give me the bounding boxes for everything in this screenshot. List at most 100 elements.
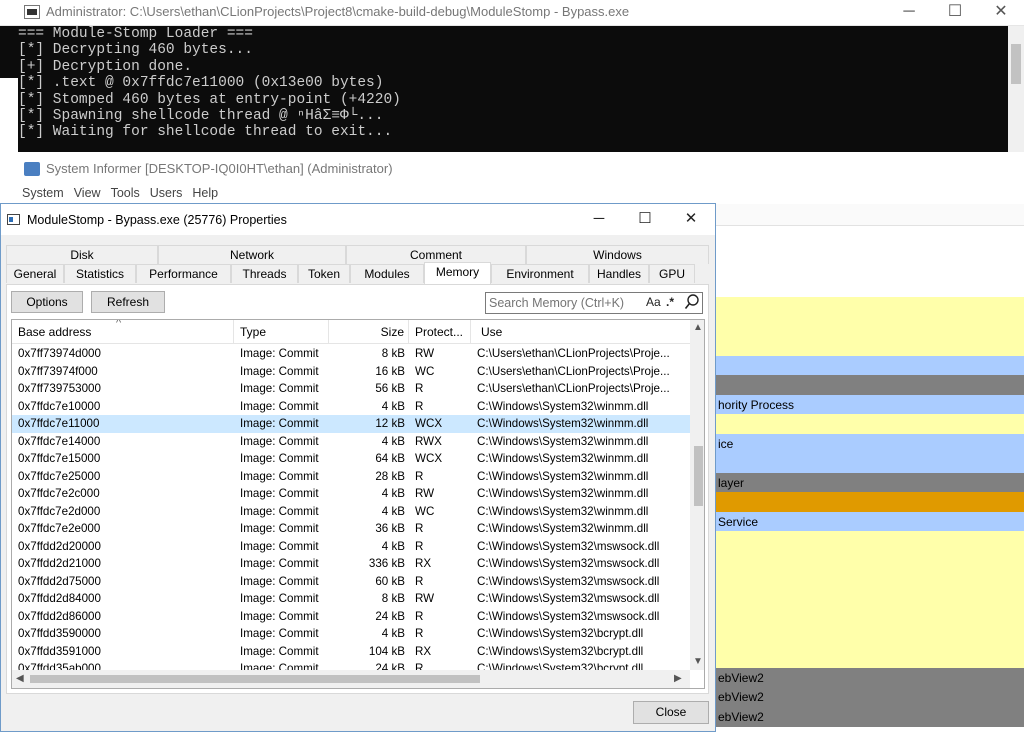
memory-tab-panel: Options Refresh Aa .* Base address ^ Typ… bbox=[6, 284, 709, 694]
tab-windows[interactable]: Windows bbox=[526, 245, 709, 264]
cell-use: C:\Windows\System32\winmm.dll bbox=[477, 399, 649, 413]
cell-type: Image: Commit bbox=[240, 347, 319, 360]
process-row[interactable] bbox=[716, 531, 1024, 551]
table-row[interactable]: 0x7ffdc7e11000 Image: Commit 12 kB WCX C:\Wi… bbox=[12, 415, 690, 433]
console-scrollbar[interactable] bbox=[1008, 26, 1024, 152]
scroll-left-icon[interactable]: ◀ bbox=[16, 673, 24, 684]
console-titlebar[interactable]: Administrator: C:\Users\ethan\CLionProje… bbox=[0, 0, 1024, 26]
dialog-close-icon-button[interactable]: ✕ bbox=[671, 208, 711, 232]
match-case-toggle[interactable]: Aa bbox=[646, 295, 661, 309]
cell-base: 0x7ffdc7e2d000 bbox=[18, 504, 101, 518]
tab-network[interactable]: Network bbox=[158, 245, 346, 264]
sort-ascending-icon: ^ bbox=[116, 320, 122, 329]
regex-toggle[interactable]: .* bbox=[666, 295, 674, 309]
tab-modules[interactable]: Modules bbox=[350, 264, 424, 283]
dialog-maximize-button[interactable]: ☐ bbox=[625, 208, 665, 232]
process-row[interactable] bbox=[716, 589, 1024, 610]
table-row[interactable]: 0x7ffdc7e2e000 Image: Commit 36 kB R C:\Wind… bbox=[12, 520, 690, 538]
dialog-titlebar[interactable]: ModuleStomp - Bypass.exe (25776) Propert… bbox=[1, 204, 715, 235]
process-row[interactable] bbox=[716, 316, 1024, 337]
menu-view[interactable]: View bbox=[74, 182, 101, 204]
scroll-right-icon[interactable]: ▶ bbox=[674, 673, 682, 684]
process-row[interactable]: ice bbox=[716, 433, 1024, 454]
table-row[interactable]: 0x7ffdd3591000 Image: Commit 104 kB RX C:\Wi… bbox=[12, 643, 690, 661]
column-use[interactable]: Use bbox=[471, 320, 690, 344]
console-close-button[interactable]: ✕ bbox=[978, 0, 1024, 26]
process-row[interactable] bbox=[716, 375, 1024, 395]
process-row[interactable] bbox=[716, 609, 1024, 629]
table-row[interactable]: 0x7ffdd2d21000 Image: Commit 336 kB RX C:\Wi… bbox=[12, 555, 690, 573]
table-row[interactable]: 0x7ffdd2d86000 Image: Commit 24 kB R C:\Wind… bbox=[12, 608, 690, 626]
table-row[interactable]: 0x7ffdd2d20000 Image: Commit 4 kB R C:\Windo… bbox=[12, 538, 690, 556]
tab-disk[interactable]: Disk bbox=[6, 245, 158, 264]
tab-statistics[interactable]: Statistics bbox=[64, 264, 136, 283]
table-row[interactable]: 0x7ffdc7e15000 Image: Commit 64 kB WCX C:\Wi… bbox=[12, 450, 690, 468]
close-button[interactable]: Close bbox=[633, 701, 709, 724]
search-memory-field[interactable]: Aa .* bbox=[485, 292, 703, 314]
table-row[interactable]: 0x7ffdd3590000 Image: Commit 4 kB R C:\Windo… bbox=[12, 625, 690, 643]
process-row[interactable]: hority Process bbox=[716, 394, 1024, 415]
grid-hscroll-thumb[interactable] bbox=[30, 675, 480, 683]
table-row[interactable]: 0x7ffdd2d75000 Image: Commit 60 kB R C:\Wind… bbox=[12, 573, 690, 591]
process-row[interactable]: ebView2 bbox=[716, 706, 1024, 727]
menu-tools[interactable]: Tools bbox=[111, 182, 140, 204]
console-minimize-button[interactable]: ─ bbox=[886, 0, 932, 26]
tab-handles[interactable]: Handles bbox=[589, 264, 649, 283]
process-row[interactable] bbox=[716, 297, 1024, 317]
process-row[interactable] bbox=[716, 628, 1024, 649]
table-row[interactable]: 0x7ffdc7e2c000 Image: Commit 4 kB RW C:\Wind… bbox=[12, 485, 690, 503]
process-row[interactable]: ebView2 bbox=[716, 687, 1024, 707]
scroll-up-icon[interactable]: ▲ bbox=[693, 322, 703, 333]
scroll-down-icon[interactable]: ▼ bbox=[693, 656, 703, 667]
process-row[interactable] bbox=[716, 570, 1024, 590]
table-row[interactable]: 0x7ffdc7e10000 Image: Commit 4 kB R C:\Windo… bbox=[12, 398, 690, 416]
refresh-button[interactable]: Refresh bbox=[91, 291, 165, 313]
table-row[interactable]: 0x7ffdc7e14000 Image: Commit 4 kB RWX C:\Win… bbox=[12, 433, 690, 451]
dialog-minimize-button[interactable]: ─ bbox=[579, 208, 619, 232]
tab-performance[interactable]: Performance bbox=[136, 264, 231, 283]
console-scroll-thumb[interactable] bbox=[1011, 44, 1021, 84]
tab-memory[interactable]: Memory bbox=[424, 262, 491, 284]
process-row[interactable]: ebView2 bbox=[716, 667, 1024, 688]
tab-gpu[interactable]: GPU bbox=[649, 264, 695, 283]
process-row[interactable] bbox=[716, 355, 1024, 376]
table-row[interactable]: 0x7ffdc7e25000 Image: Commit 28 kB R C:\Wind… bbox=[12, 468, 690, 486]
system-informer-titlebar[interactable]: System Informer [DESKTOP-IQ0I0HT\ethan] … bbox=[0, 152, 1024, 182]
process-row[interactable]: Service bbox=[716, 511, 1024, 532]
process-row[interactable] bbox=[716, 336, 1024, 356]
cell-use: C:\Windows\System32\winmm.dll bbox=[477, 504, 649, 518]
cell-type: Image: Commit bbox=[240, 504, 319, 518]
table-row[interactable]: 0x7ff739753000 Image: Commit 56 kB R C:\User… bbox=[12, 380, 690, 398]
tab-token[interactable]: Token bbox=[298, 264, 350, 283]
column-base-address[interactable]: Base address ^ bbox=[12, 320, 234, 344]
table-row[interactable]: 0x7ff73974d000 Image: Commit 8 kB RW C:\User… bbox=[12, 345, 690, 363]
process-row[interactable] bbox=[716, 453, 1024, 473]
tab-environment[interactable]: Environment bbox=[491, 264, 589, 283]
table-row[interactable]: 0x7ffdd2d84000 Image: Commit 8 kB RW C:\Wind… bbox=[12, 590, 690, 608]
grid-horizontal-scrollbar[interactable]: ◀ ▶ bbox=[12, 670, 690, 688]
options-button[interactable]: Options bbox=[11, 291, 83, 313]
cell-base: 0x7ffdc7e11000 bbox=[18, 417, 100, 430]
process-row[interactable] bbox=[716, 414, 1024, 434]
process-row[interactable] bbox=[716, 648, 1024, 668]
process-row[interactable] bbox=[716, 550, 1024, 571]
menu-users[interactable]: Users bbox=[150, 182, 183, 204]
grid-vertical-scrollbar[interactable]: ▲ ▼ bbox=[690, 320, 704, 670]
column-protection[interactable]: Protect... bbox=[409, 320, 471, 344]
tab-general[interactable]: General bbox=[6, 264, 64, 283]
tab-threads[interactable]: Threads bbox=[231, 264, 298, 283]
menu-help[interactable]: Help bbox=[192, 182, 218, 204]
table-row[interactable]: 0x7ffdc7e2d000 Image: Commit 4 kB WC C:\Wind… bbox=[12, 503, 690, 521]
process-row[interactable] bbox=[716, 492, 1024, 512]
search-memory-input[interactable] bbox=[489, 295, 649, 311]
table-row[interactable]: 0x7ffdd35ab000 Image: Commit 24 kB R C:\Wind… bbox=[12, 660, 690, 670]
table-row[interactable]: 0x7ff73974f000 Image: Commit 16 kB WC C:\Use… bbox=[12, 363, 690, 381]
menu-system[interactable]: System bbox=[22, 182, 64, 204]
search-icon[interactable] bbox=[684, 293, 700, 314]
cell-type: Image: Commit bbox=[240, 487, 319, 500]
console-maximize-button[interactable]: ☐ bbox=[932, 0, 978, 26]
column-type[interactable]: Type bbox=[234, 320, 329, 344]
column-size[interactable]: Size bbox=[329, 320, 409, 344]
process-row[interactable]: layer bbox=[716, 472, 1024, 493]
grid-vscroll-thumb[interactable] bbox=[694, 446, 703, 506]
